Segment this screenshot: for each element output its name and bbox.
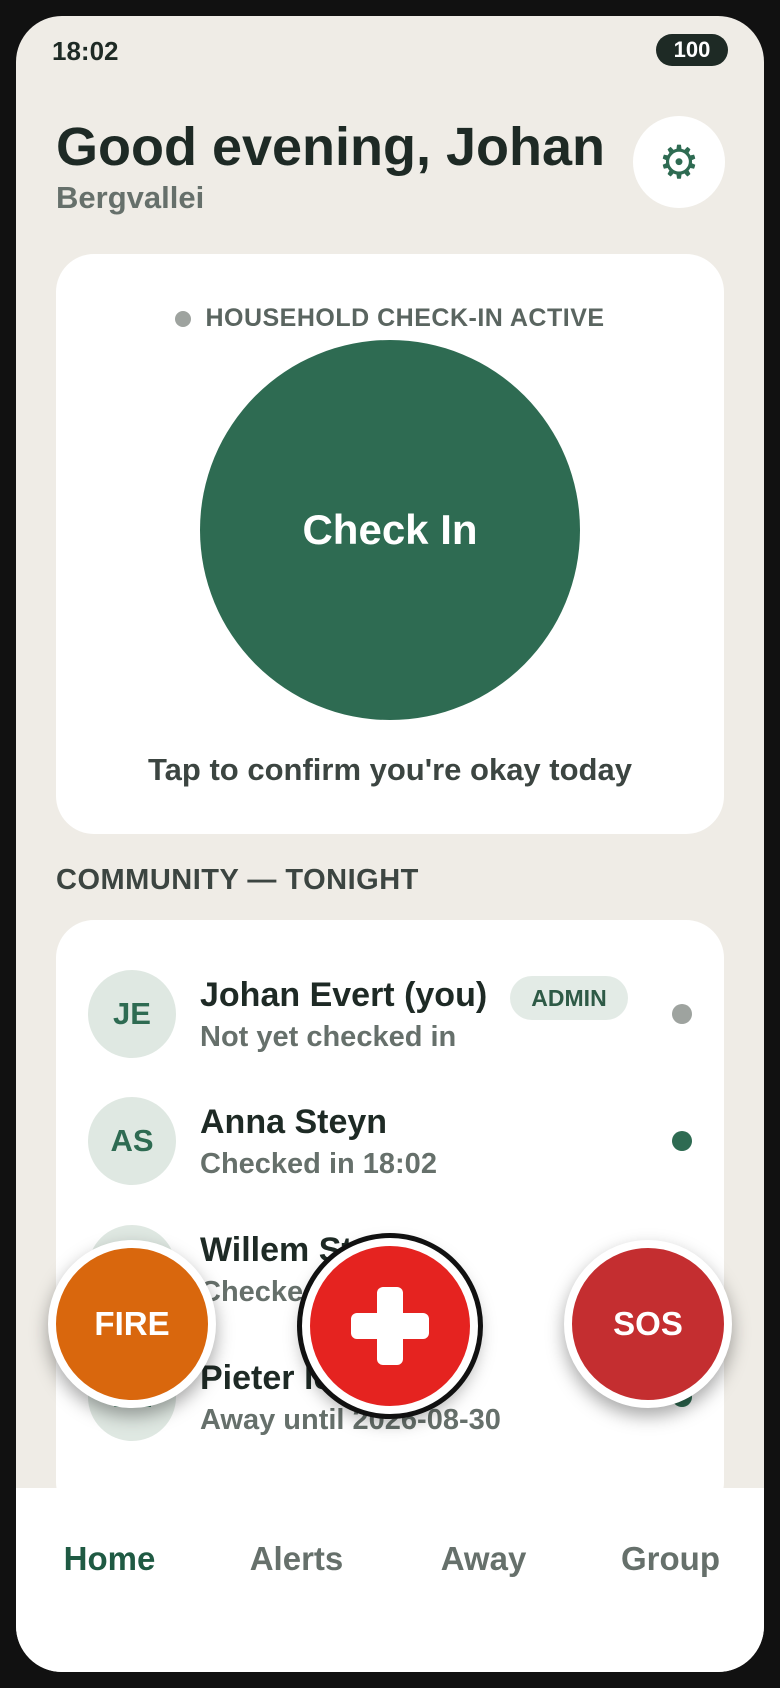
status-dot	[672, 1004, 692, 1024]
community-title: COMMUNITY — TONIGHT	[56, 864, 419, 896]
checkin-status: HOUSEHOLD CHECK-IN ACTIVE	[56, 304, 724, 333]
admin-badge: ADMIN	[510, 976, 628, 1020]
greeting-title: Good evening, Johan	[56, 117, 606, 177]
status-dot	[672, 1131, 692, 1151]
member-row[interactable]: JE Johan Evert (you) ADMIN Not yet check…	[56, 964, 724, 1064]
phone-screen: 18:02 100 Good evening, Johan Bergvallei…	[16, 16, 764, 1672]
member-status: Away until 2026-08-30	[200, 1404, 501, 1436]
checkin-hint: Tap to confirm you're okay today	[148, 752, 632, 787]
tab-bar: Home Alerts Away Group	[16, 1488, 764, 1672]
settings-button[interactable]: ⚙	[633, 116, 725, 208]
sos-button[interactable]: SOS	[564, 1240, 732, 1408]
community-list: JE Johan Evert (you) ADMIN Not yet check…	[56, 920, 724, 1520]
tab-away[interactable]: Away	[390, 1540, 577, 1578]
battery-indicator: 100	[656, 34, 728, 66]
fire-alert-button[interactable]: FIRE	[48, 1240, 216, 1408]
tab-alerts[interactable]: Alerts	[203, 1540, 390, 1578]
member-name: Johan Evert (you)	[200, 976, 488, 1014]
checkin-status-text: HOUSEHOLD CHECK-IN ACTIVE	[205, 304, 605, 332]
member-status: Checke	[200, 1276, 304, 1308]
status-time: 18:02	[52, 36, 119, 66]
member-name: Anna Steyn	[200, 1103, 388, 1141]
medical-alert-button[interactable]	[302, 1238, 478, 1414]
location-label: Bergvallei	[56, 180, 205, 215]
checkin-card: HOUSEHOLD CHECK-IN ACTIVE Check In Tap t…	[56, 254, 724, 834]
member-row[interactable]: AS Anna Steyn Checked in 18:02	[56, 1091, 724, 1191]
member-status: Not yet checked in	[200, 1021, 457, 1053]
avatar: JE	[88, 970, 176, 1058]
avatar: AS	[88, 1097, 176, 1185]
status-dot	[175, 310, 192, 327]
tab-group[interactable]: Group	[577, 1540, 764, 1578]
check-in-button[interactable]: Check In	[200, 340, 580, 720]
member-status: Checked in 18:02	[200, 1148, 437, 1180]
medical-cross-icon	[351, 1287, 429, 1365]
tab-home[interactable]: Home	[16, 1540, 203, 1578]
gear-icon: ⚙	[658, 136, 700, 188]
